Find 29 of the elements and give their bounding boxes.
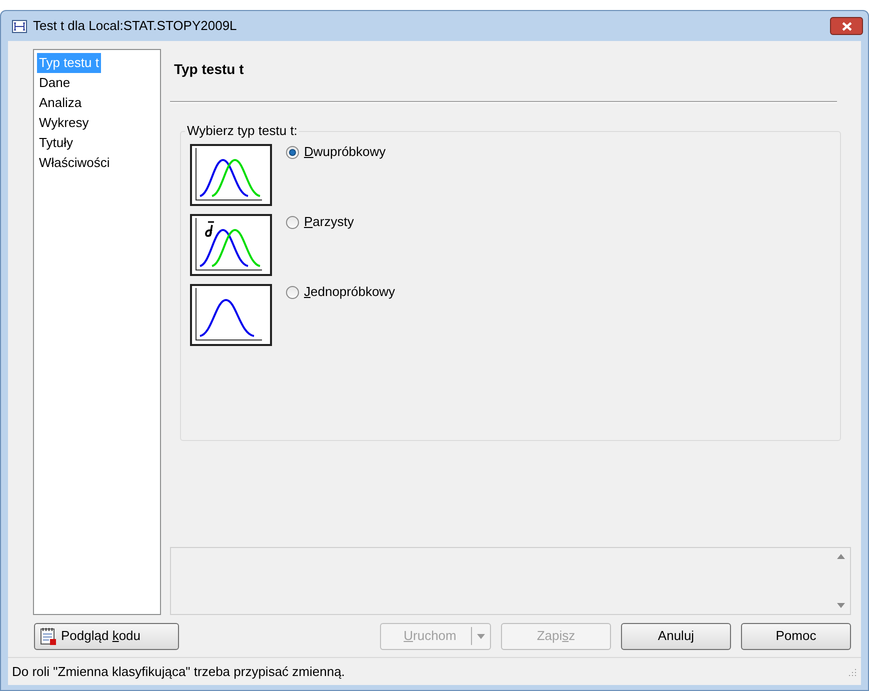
navigation-item[interactable]: Właściwości xyxy=(37,153,112,173)
scroll-down-icon[interactable] xyxy=(837,603,845,608)
panel-heading: Typ testu t xyxy=(174,60,245,79)
app-icon xyxy=(12,20,27,32)
window-title: Test t dla Local:STAT.STOPY2009L xyxy=(33,17,237,36)
radio-button[interactable] xyxy=(286,216,299,229)
distribution-chart-icon xyxy=(190,284,272,346)
scroll-up-icon[interactable] xyxy=(837,554,845,559)
radio-option[interactable]: Dwupróbkowy xyxy=(286,144,386,162)
radio-button[interactable] xyxy=(286,146,299,159)
distribution-chart-icon xyxy=(190,214,272,276)
resize-grip-icon xyxy=(847,666,857,676)
navigation-item[interactable]: Wykresy xyxy=(37,113,91,133)
navigation-item[interactable]: Tytuły xyxy=(37,133,75,153)
close-icon xyxy=(842,22,852,30)
notepad-icon xyxy=(39,627,57,645)
code-preview-button[interactable]: Podgląd kodu xyxy=(34,622,179,650)
dropdown-arrow-icon xyxy=(477,634,485,638)
radio-button[interactable] xyxy=(286,286,299,299)
navigation-item[interactable]: Dane xyxy=(37,73,72,93)
radio-option[interactable]: Jednopróbkowy xyxy=(286,284,396,302)
dialog-button[interactable]: Pomoc xyxy=(741,622,851,650)
group-label: Wybierz typ testu t: xyxy=(185,123,300,139)
radio-option[interactable]: Parzysty xyxy=(286,214,354,232)
close-button[interactable] xyxy=(830,17,863,35)
navigation-item[interactable]: Analiza xyxy=(37,93,84,113)
distribution-chart-icon xyxy=(190,144,272,206)
status-message: Do roli "Zmienna klasyfikująca" trzeba przypisać zmienną. xyxy=(12,662,345,681)
dialog-button[interactable]: Anuluj xyxy=(621,622,731,650)
